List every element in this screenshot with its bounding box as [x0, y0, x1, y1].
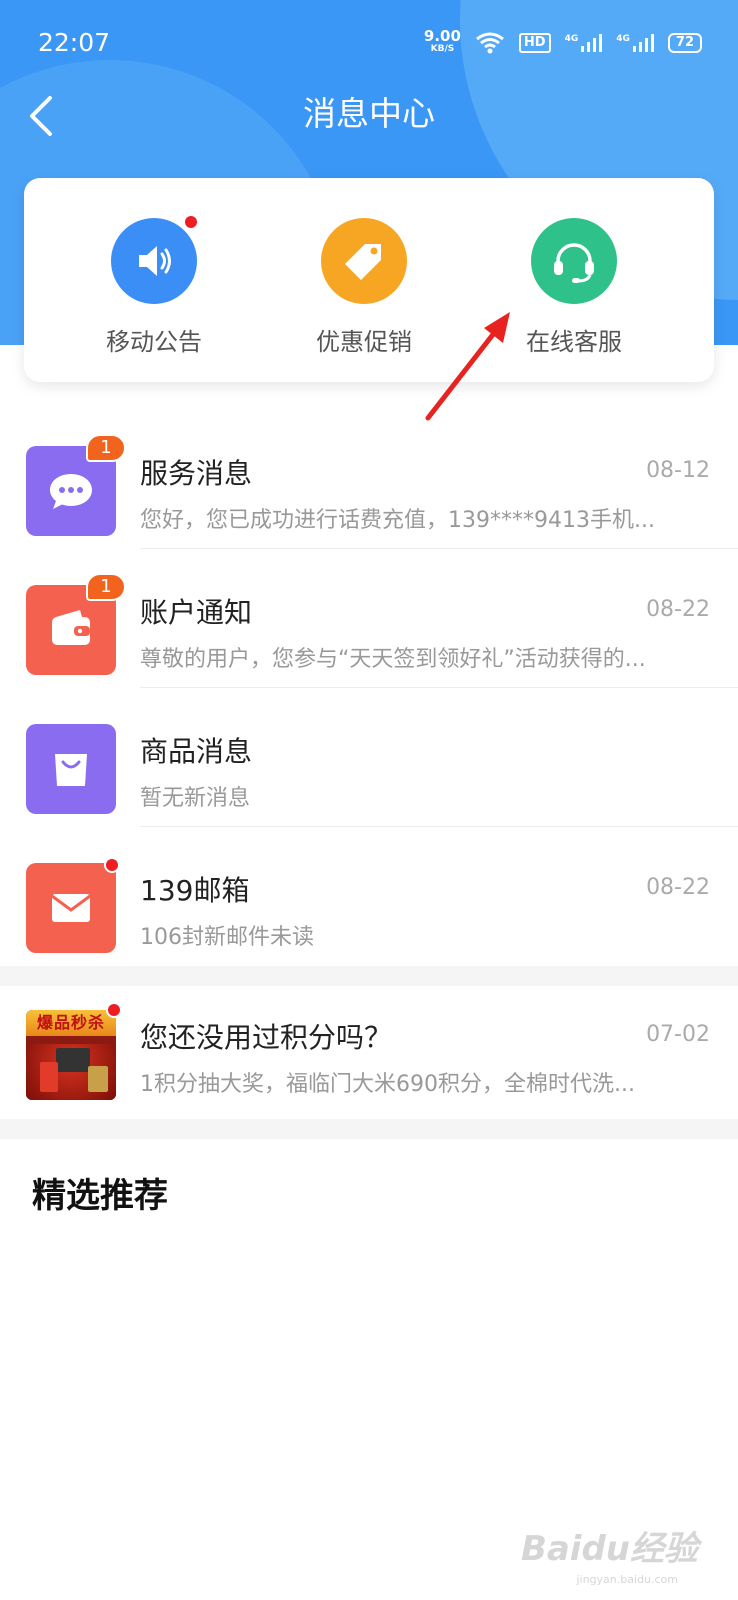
network-speed-unit: KB/S	[430, 44, 455, 54]
signal-label: 4G	[564, 34, 579, 44]
chat-bubble-icon: 1	[26, 434, 126, 536]
list-item-points-promo[interactable]: 爆品秒杀 您还没用过积分吗？ 07-02 1积分抽大奖，福临门大米690积分，全…	[0, 986, 738, 1125]
message-title: 服务消息	[140, 457, 253, 490]
message-date: 08-12	[646, 458, 710, 483]
page-title: 消息中心	[303, 94, 435, 133]
recommend-section-title: 精选推荐	[32, 1176, 168, 1216]
message-title: 商品消息	[140, 735, 253, 768]
quick-action-customer-service[interactable]: 在线客服	[484, 218, 664, 357]
promo-thumbnail-tag: 爆品秒杀	[26, 1010, 116, 1036]
signal-label: 4G	[616, 34, 630, 44]
list-item-service-messages[interactable]: 1 服务消息 08-12 您好，您已成功进行话费充值，139****9413手机…	[0, 410, 738, 549]
quick-action-promotions[interactable]: 优惠促销	[274, 218, 454, 357]
signal-icon: 4G	[616, 34, 654, 52]
unread-count-badge: 1	[86, 434, 126, 462]
message-preview: 106封新邮件未读	[140, 925, 314, 950]
unread-count-badge: 1	[86, 573, 126, 601]
promo-thumbnail: 爆品秒杀	[26, 1010, 116, 1100]
quick-action-label: 在线客服	[526, 328, 622, 356]
message-title: 您还没用过积分吗？	[140, 1021, 393, 1054]
unread-dot	[106, 1002, 122, 1018]
unread-dot	[183, 214, 199, 230]
message-date: 07-02	[646, 1022, 710, 1047]
section-separator	[0, 966, 738, 986]
mail-icon	[26, 857, 120, 953]
battery-icon: 72	[667, 33, 702, 53]
message-preview: 尊敬的用户，您参与“天天签到领好礼”活动获得的...	[140, 647, 646, 672]
status-icons: 9.00 KB/S HD 4G 4G 72	[423, 27, 702, 56]
message-date: 08-22	[646, 597, 710, 622]
list-item-account-notices[interactable]: 1 账户通知 08-22 尊敬的用户，您参与“天天签到领好礼”活动获得的...	[0, 549, 738, 688]
shopping-bag-icon	[26, 724, 116, 814]
baidu-watermark-url: jingyan.baidu.com	[576, 1573, 678, 1586]
message-preview: 1积分抽大奖，福临门大米690积分，全棉时代洗...	[140, 1072, 635, 1097]
message-preview: 暂无新消息	[140, 786, 251, 811]
baidu-watermark: Baidu经验	[520, 1529, 698, 1569]
signal-icon: 4G	[565, 34, 603, 52]
wifi-icon	[476, 32, 504, 54]
message-title: 139邮箱	[140, 874, 250, 907]
message-date: 08-22	[646, 875, 710, 900]
speaker-icon	[111, 214, 199, 304]
quick-action-label: 优惠促销	[316, 328, 412, 356]
headset-icon	[531, 218, 617, 304]
hd-voice-icon: HD	[518, 33, 551, 53]
message-preview: 您好，您已成功进行话费充值，139****9413手机...	[140, 508, 655, 533]
tag-icon	[321, 218, 407, 304]
network-speed: 9.00 KB/S	[423, 27, 461, 56]
list-item-139-mailbox[interactable]: 139邮箱 08-22 106封新邮件未读	[0, 827, 738, 966]
network-speed-value: 9.00	[423, 27, 461, 45]
wallet-icon: 1	[26, 573, 126, 675]
quick-actions-card: 移动公告 优惠促销 在线客服	[24, 178, 714, 382]
quick-action-announcement[interactable]: 移动公告	[64, 214, 244, 357]
list-item-product-messages[interactable]: 商品消息 暂无新消息	[0, 688, 738, 827]
quick-action-label: 移动公告	[106, 328, 202, 356]
status-time: 22:07	[38, 28, 111, 57]
message-title: 账户通知	[140, 596, 253, 629]
status-bar: 22:07 9.00 KB/S HD 4G 4G 72	[0, 0, 738, 90]
unread-dot	[104, 857, 120, 873]
message-list: 1 服务消息 08-12 您好，您已成功进行话费充值，139****9413手机…	[0, 410, 738, 1139]
